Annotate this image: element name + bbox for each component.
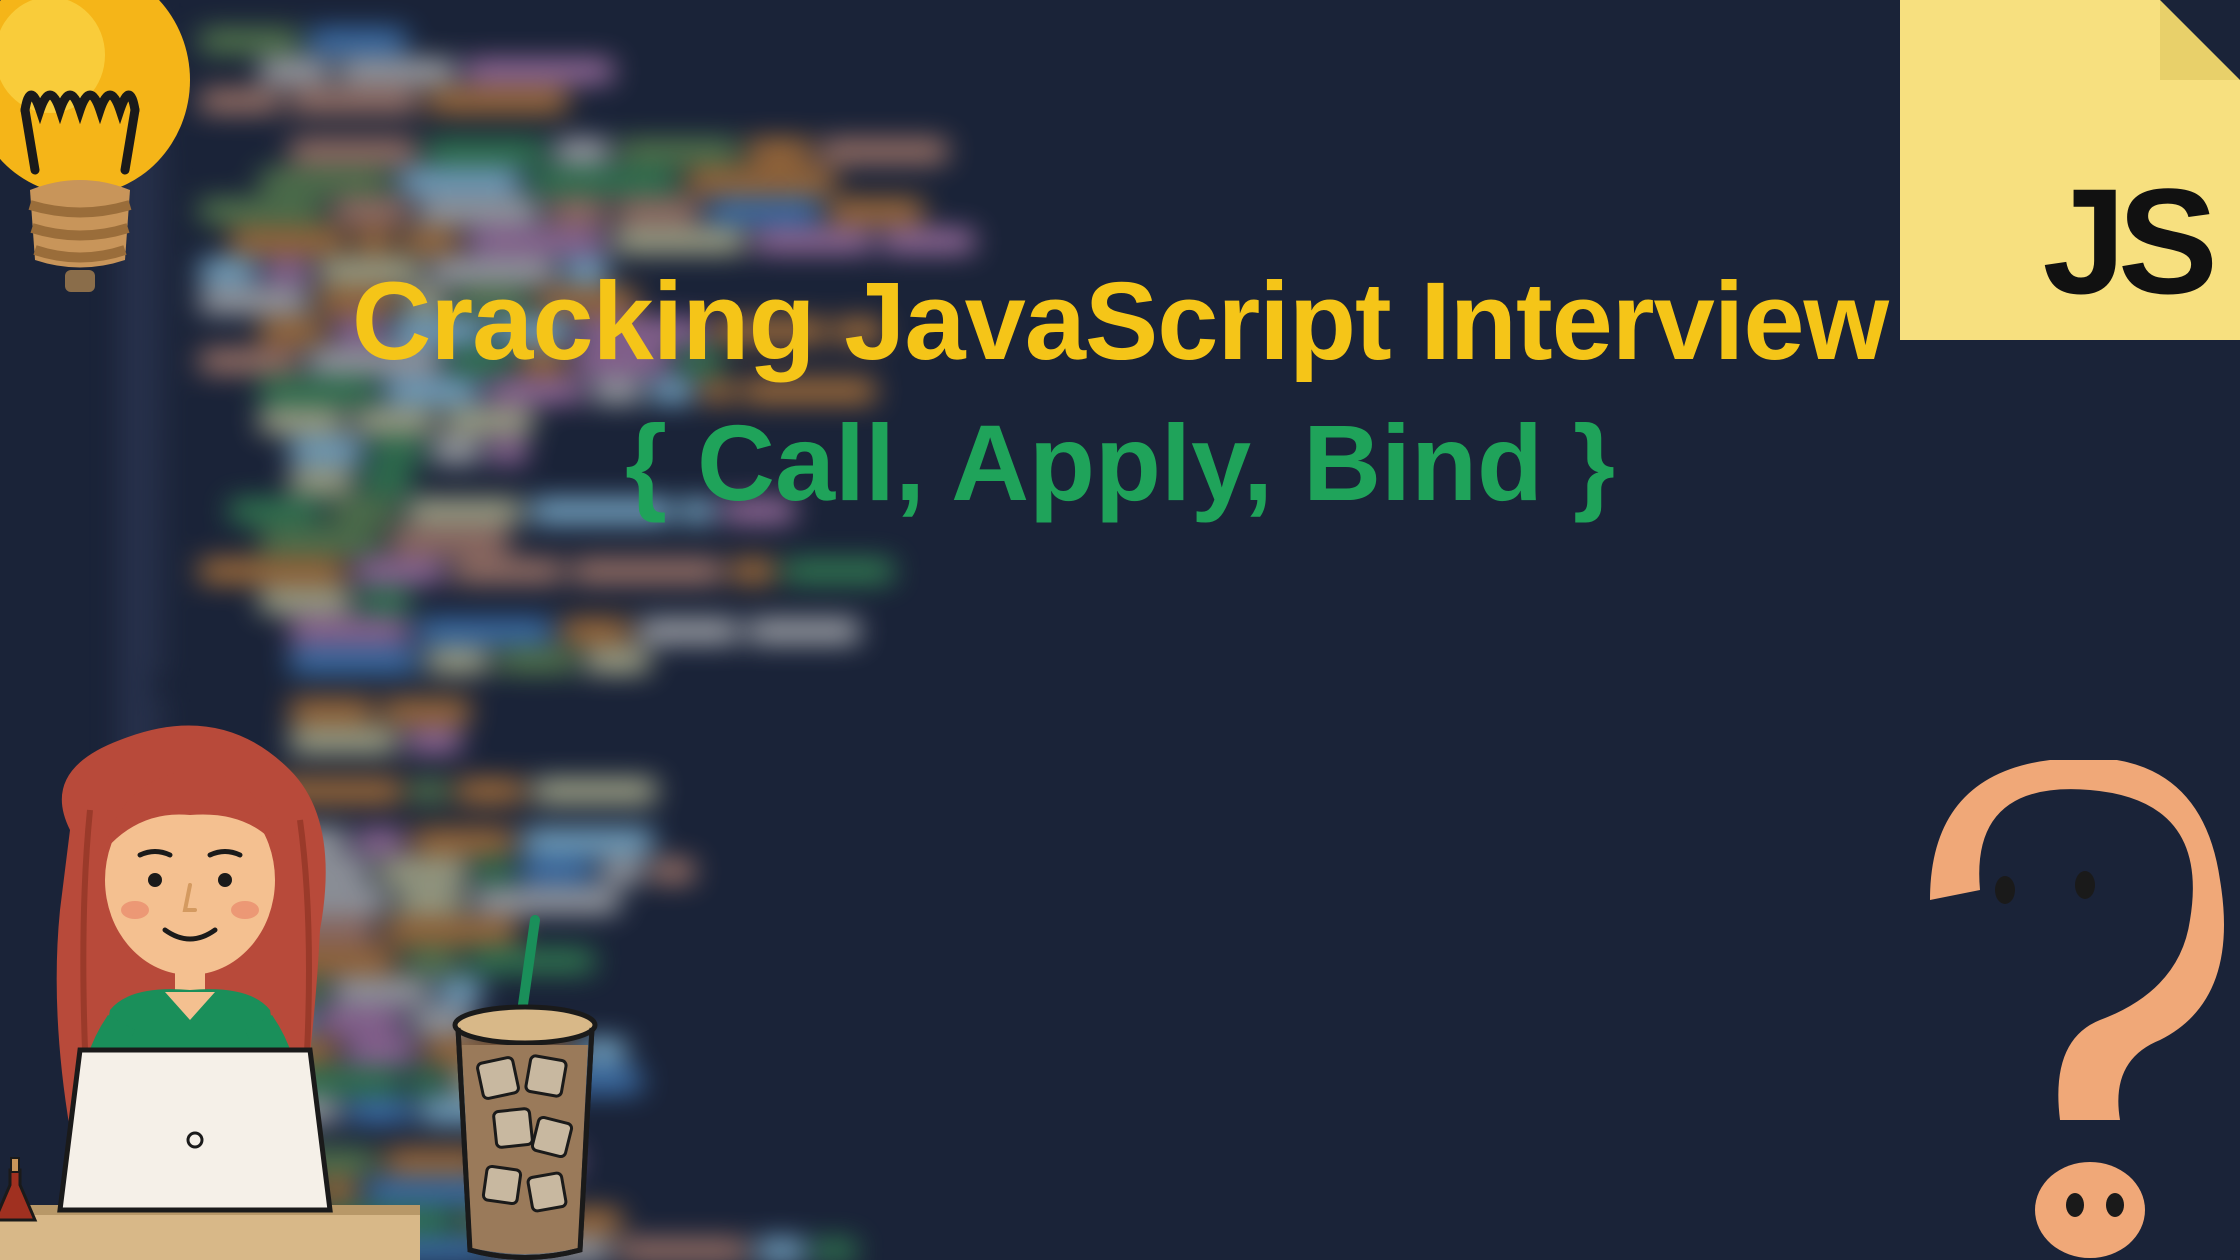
js-file-badge: JS <box>1900 0 2240 340</box>
question-mark-icon <box>1910 760 2230 1260</box>
title-sub: { Call, Apply, Bind } <box>625 400 1615 525</box>
title-main: Cracking JavaScript Interview <box>352 258 1888 385</box>
js-badge-label: JS <box>2043 166 2210 316</box>
iced-coffee-icon <box>440 910 610 1260</box>
person-laptop-icon <box>0 710 420 1260</box>
lightbulb-icon <box>0 0 210 300</box>
